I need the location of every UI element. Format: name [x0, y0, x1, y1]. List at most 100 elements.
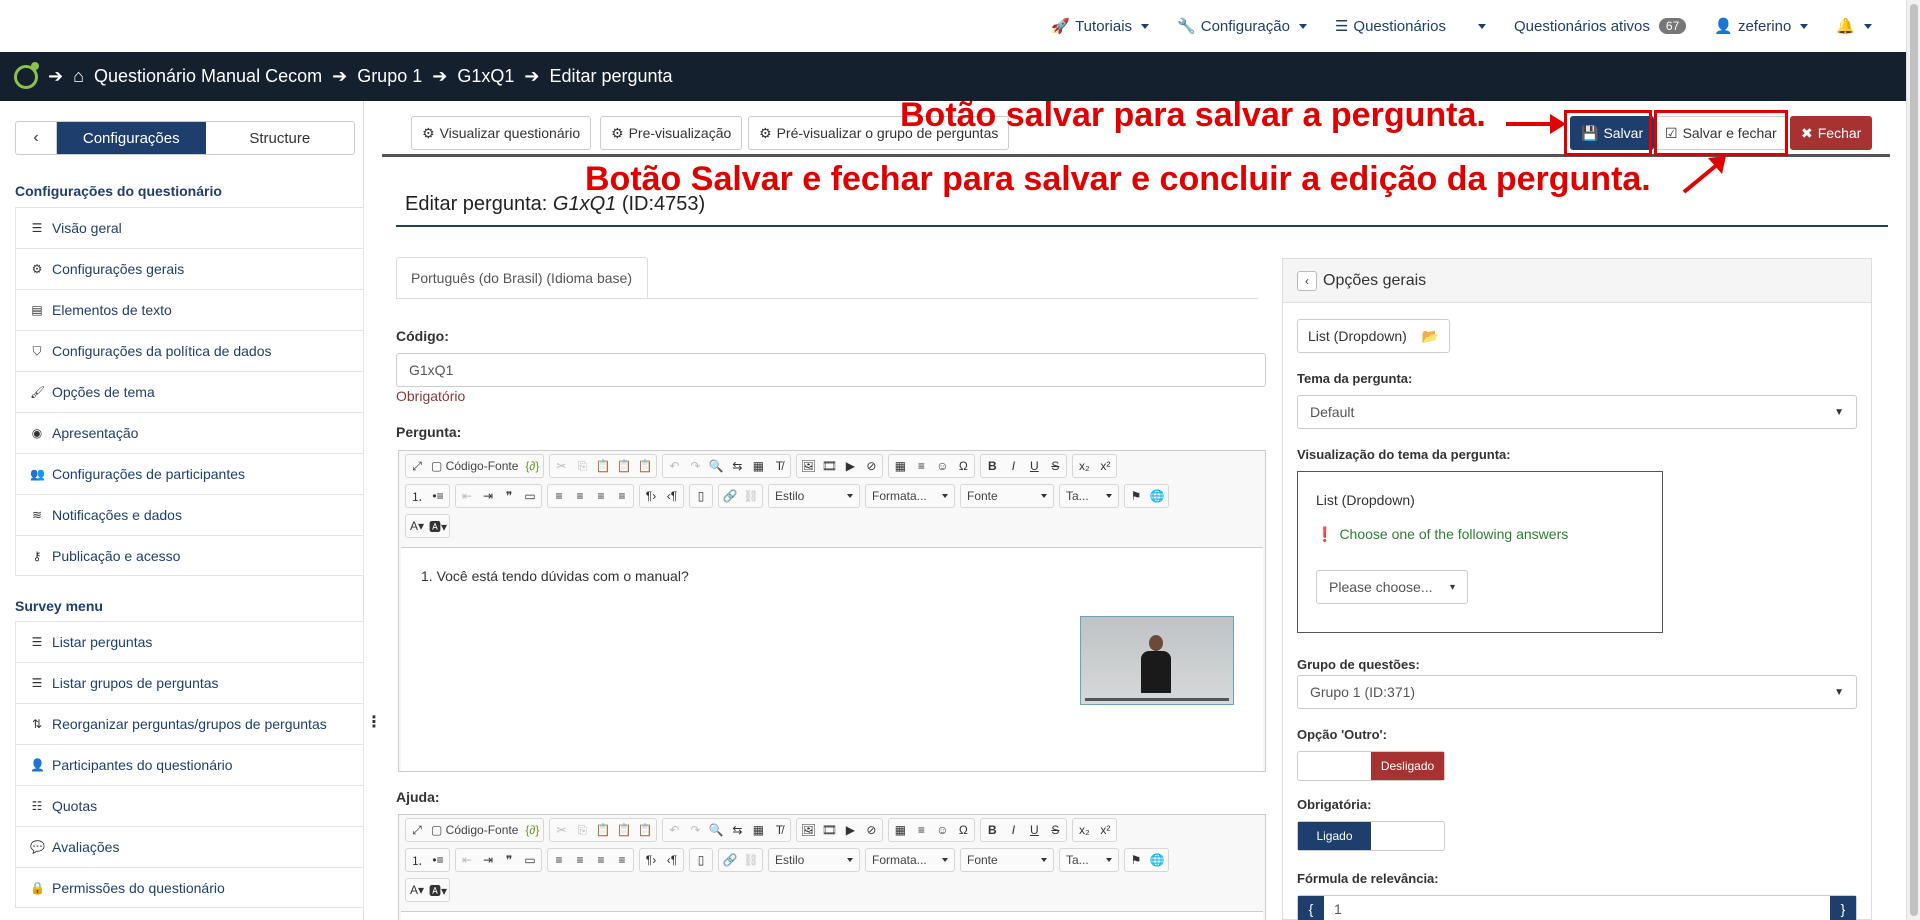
horizontal-line-icon[interactable]: ≡: [914, 823, 928, 837]
text-color-icon[interactable]: A▾: [410, 883, 424, 897]
paste-icon[interactable]: 📋: [596, 823, 611, 837]
sidebar-item-permissions[interactable]: 🔒 Permissões do questionário: [15, 867, 364, 908]
remove-format-icon[interactable]: T̸: [772, 459, 786, 473]
table-icon[interactable]: ▦: [893, 823, 907, 837]
align-right-icon[interactable]: ≡: [594, 489, 608, 503]
sidebar-item-data-policy[interactable]: ⛉ Configurações da política de dados: [15, 330, 364, 371]
scrollbar-thumb[interactable]: [1910, 4, 1918, 916]
video-icon[interactable]: 🎞: [822, 823, 837, 837]
sign-language-video[interactable]: [1080, 616, 1234, 705]
image-icon[interactable]: 🖼: [801, 823, 816, 837]
align-left-icon[interactable]: ≡: [552, 853, 566, 867]
underline-icon[interactable]: U: [1027, 823, 1041, 837]
outdent-icon[interactable]: ⇤: [460, 489, 474, 503]
subscript-icon[interactable]: x₂: [1077, 459, 1091, 473]
align-justify-icon[interactable]: ≡: [615, 853, 629, 867]
undo-icon[interactable]: ↶: [667, 459, 681, 473]
smiley-icon[interactable]: ☺: [935, 459, 949, 473]
special-char-icon[interactable]: Ω: [956, 823, 970, 837]
bold-icon[interactable]: B: [985, 823, 999, 837]
sidebar-item-theme-options[interactable]: 🖌 Opções de tema: [15, 371, 364, 412]
media-play-icon[interactable]: ▶: [843, 823, 857, 837]
maximize-icon[interactable]: ⤢: [410, 823, 424, 837]
nav-active-surveys[interactable]: Questionários ativos 67: [1500, 0, 1700, 52]
numbered-list-icon[interactable]: ⒈: [410, 489, 424, 504]
redo-icon[interactable]: ↷: [688, 823, 702, 837]
breadcrumb-survey[interactable]: Questionário Manual Cecom: [94, 66, 322, 87]
group-select[interactable]: Grupo 1 (ID:371) ▼: [1297, 675, 1857, 709]
media-play-icon[interactable]: ▶: [843, 459, 857, 473]
sidebar-item-list-questions[interactable]: ☰ Listar perguntas: [15, 621, 364, 662]
nav-notifications[interactable]: 🔔: [1822, 0, 1886, 52]
templates-icon[interactable]: ▯: [694, 489, 708, 503]
templates-icon[interactable]: ▯: [694, 853, 708, 867]
find-icon[interactable]: 🔍: [709, 459, 724, 473]
replace-icon[interactable]: ⇆: [730, 823, 744, 837]
indent-icon[interactable]: ⇥: [481, 853, 495, 867]
horizontal-line-icon[interactable]: ≡: [914, 459, 928, 473]
sidebar-resize-handle[interactable]: ⋮: [366, 712, 382, 732]
remove-format-icon[interactable]: T̸: [772, 823, 786, 837]
sidebar-item-text-elements[interactable]: ▤ Elementos de texto: [15, 289, 364, 330]
sidebar-item-presentation[interactable]: ◉ Apresentação: [15, 412, 364, 453]
copy-icon[interactable]: ⎘: [575, 823, 589, 837]
mandatory-toggle[interactable]: Ligado: [1297, 821, 1445, 851]
paste-icon[interactable]: 📋: [596, 459, 611, 473]
rtl-icon[interactable]: ‹¶: [665, 853, 679, 867]
redo-icon[interactable]: ↷: [688, 459, 702, 473]
italic-icon[interactable]: I: [1006, 459, 1020, 473]
italic-icon[interactable]: I: [1006, 823, 1020, 837]
cut-icon[interactable]: ✂: [554, 823, 568, 837]
font-combo[interactable]: Fonte: [960, 484, 1054, 508]
link-icon[interactable]: 🔗: [723, 853, 738, 867]
theme-select[interactable]: Default ▼: [1297, 395, 1857, 429]
bg-color-icon[interactable]: 🅰▾: [429, 883, 447, 898]
breadcrumb-group[interactable]: Grupo 1: [357, 66, 422, 87]
image-icon[interactable]: 🖼: [801, 459, 816, 473]
preview-button[interactable]: ⚙ Pre-visualização: [600, 116, 743, 150]
unlink-icon[interactable]: ⛓: [743, 853, 758, 867]
strike-icon[interactable]: S: [1048, 459, 1062, 473]
paste-word-icon[interactable]: 📋: [638, 459, 653, 473]
align-left-icon[interactable]: ≡: [552, 489, 566, 503]
bulleted-list-icon[interactable]: •≡: [431, 853, 445, 867]
close-button[interactable]: ✖ Fechar: [1790, 116, 1873, 150]
unlink-icon[interactable]: ⛓: [743, 489, 758, 503]
rtl-icon[interactable]: ‹¶: [665, 489, 679, 503]
font-combo[interactable]: Fonte: [960, 848, 1054, 872]
ltr-icon[interactable]: ¶›: [644, 853, 658, 867]
blockquote-icon[interactable]: ❞: [502, 853, 516, 867]
special-char-icon[interactable]: Ω: [956, 459, 970, 473]
video-icon[interactable]: 🎞: [822, 459, 837, 473]
sidebar-item-notifications[interactable]: ≋ Notificações e dados: [15, 494, 364, 535]
flag-icon[interactable]: ⚑: [1129, 853, 1143, 867]
sidebar-item-publication[interactable]: ⚷ Publicação e acesso: [15, 535, 364, 576]
smiley-icon[interactable]: ☺: [935, 823, 949, 837]
breadcrumb-question[interactable]: G1xQ1: [457, 66, 514, 87]
style-combo[interactable]: Estilo: [768, 484, 860, 508]
nav-surveys-dropdown[interactable]: [1460, 0, 1500, 52]
size-combo[interactable]: Ta...: [1059, 848, 1119, 872]
blockquote-icon[interactable]: ❞: [502, 489, 516, 503]
find-icon[interactable]: 🔍: [709, 823, 724, 837]
align-right-icon[interactable]: ≡: [594, 853, 608, 867]
preview-select[interactable]: Please choose... ▾: [1316, 570, 1468, 604]
collapse-panel-button[interactable]: ‹: [1297, 270, 1317, 291]
expression-icon[interactable]: {∂}: [525, 823, 539, 837]
div-icon[interactable]: ▭: [523, 853, 537, 867]
format-combo[interactable]: Formata...: [865, 848, 955, 872]
limesurvey-logo-icon[interactable]: [14, 61, 39, 89]
size-combo[interactable]: Ta...: [1059, 484, 1119, 508]
bulleted-list-icon[interactable]: •≡: [431, 489, 445, 503]
tab-structure[interactable]: Structure: [206, 122, 355, 154]
sidebar-item-list-groups[interactable]: ☰ Listar grupos de perguntas: [15, 662, 364, 703]
nav-tutorials[interactable]: 🚀 Tutoriais: [1037, 0, 1163, 52]
sidebar-item-participant-settings[interactable]: 👥 Configurações de participantes: [15, 453, 364, 494]
format-combo[interactable]: Formata...: [865, 484, 955, 508]
ltr-icon[interactable]: ¶›: [644, 489, 658, 503]
code-field[interactable]: G1xQ1: [396, 353, 1266, 387]
superscript-icon[interactable]: x²: [1098, 459, 1112, 473]
cut-icon[interactable]: ✂: [554, 459, 568, 473]
flash-icon[interactable]: ⊘: [864, 459, 878, 473]
paste-text-icon[interactable]: 📋: [617, 459, 632, 473]
